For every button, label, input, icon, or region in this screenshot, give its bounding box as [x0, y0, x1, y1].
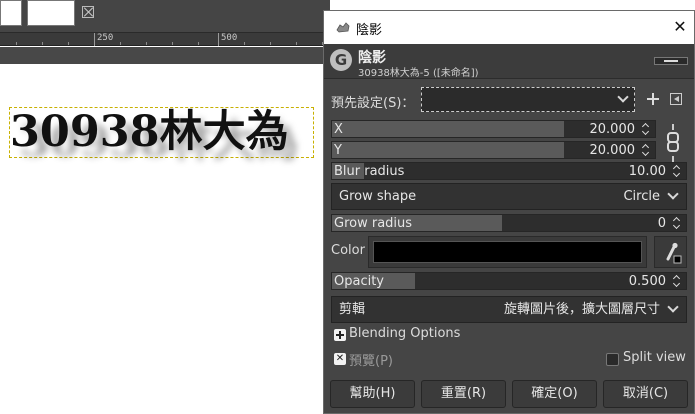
grow-radius-label: Grow radius: [334, 216, 413, 231]
shadow-color-button[interactable]: [368, 236, 647, 268]
ruler-label: 250: [94, 33, 113, 46]
ok-button[interactable]: 確定(O): [512, 380, 597, 408]
chevron-down-icon: [667, 301, 679, 313]
opacity-spinscale[interactable]: Opacity 0.500: [331, 272, 687, 290]
split-view-checkbox[interactable]: [606, 353, 619, 366]
chevron-down-icon: [667, 188, 679, 200]
ruler-tick: [146, 42, 147, 45]
y-offset-label: Y: [334, 143, 342, 158]
opacity-value: 0.500: [628, 274, 666, 289]
y-offset-fill: [332, 142, 564, 158]
grow-shape-dropdown[interactable]: Grow shape Circle: [331, 183, 687, 210]
spin-arrows-icon[interactable]: [642, 144, 651, 157]
spin-arrows-icon[interactable]: [673, 275, 682, 288]
ruler-tick: [120, 42, 121, 45]
blending-options-expander[interactable]: Blending Options: [349, 326, 460, 341]
gegl-logo-icon: G: [330, 49, 352, 71]
close-icon[interactable]: ✕: [671, 18, 689, 36]
ruler-tick: [270, 42, 271, 45]
add-preset-icon[interactable]: [647, 93, 659, 105]
blur-radius-label: Blur radius: [334, 164, 405, 179]
x-offset-label: X: [334, 122, 343, 137]
y-offset-value: 20.000: [589, 143, 636, 158]
preview-label[interactable]: 預覽(P): [349, 350, 393, 369]
x-offset-spinscale[interactable]: X 20.000: [331, 120, 656, 138]
reset-button[interactable]: 重置(R): [421, 380, 506, 408]
ruler-tick: [16, 42, 17, 45]
canvas-text-layer[interactable]: 30938林大為: [10, 106, 289, 158]
tab-close-icon[interactable]: [82, 6, 94, 18]
gimp-app-icon: [336, 22, 350, 33]
ruler-tick: [68, 42, 69, 45]
dialog-menu-button[interactable]: [654, 57, 688, 65]
preset-menu-icon[interactable]: [670, 93, 682, 105]
clipping-label: 剪輯: [339, 302, 366, 317]
opacity-label: Opacity: [334, 274, 385, 289]
ruler-tick: [172, 42, 173, 45]
clipping-dropdown[interactable]: 剪輯 旋轉圖片後，擴大圖層尺寸: [331, 296, 687, 323]
ruler-tick: [42, 42, 43, 45]
presets-label: 預先設定(S)：: [331, 96, 415, 111]
x-offset-value: 20.000: [589, 122, 636, 137]
ruler-tick: [198, 42, 199, 45]
eyedropper-icon: [666, 242, 682, 264]
grow-shape-label: Grow shape: [339, 189, 417, 204]
blur-radius-value: 10.00: [628, 164, 666, 179]
split-view-label[interactable]: Split view: [623, 350, 686, 365]
x-offset-fill: [332, 121, 564, 137]
presets-dropdown[interactable]: [421, 87, 635, 112]
image-tab-strip: [0, 0, 330, 32]
drop-shadow-dialog: 陰影 ✕ G 陰影 30938林大為-5 ([未命名]) 預先設定(S)： X …: [323, 10, 695, 414]
cancel-button[interactable]: 取消(C): [603, 380, 688, 408]
image-tab-thumbnail[interactable]: [0, 0, 22, 26]
filter-subtitle: 30938林大為-5 ([未命名]): [358, 68, 479, 79]
grow-radius-value: 0: [657, 216, 666, 231]
spin-arrows-icon[interactable]: [642, 123, 651, 136]
dialog-titlebar[interactable]: 陰影 ✕: [324, 11, 694, 44]
y-offset-spinscale[interactable]: Y 20.000: [331, 141, 656, 159]
color-picker-button[interactable]: [654, 236, 687, 268]
ruler-tick: [244, 42, 245, 45]
chain-link-icon[interactable]: [665, 124, 681, 164]
clipping-value: 旋轉圖片後，擴大圖層尺寸: [503, 302, 660, 317]
ruler-label: 500: [218, 33, 237, 46]
color-swatch: [373, 241, 642, 263]
horizontal-ruler[interactable]: 250 500: [0, 33, 330, 46]
spin-arrows-icon[interactable]: [673, 217, 682, 230]
help-button[interactable]: 幫助(H): [330, 380, 415, 408]
image-tab-thumbnail-active[interactable]: [27, 0, 75, 26]
preview-checkbox[interactable]: ✕: [334, 353, 346, 365]
grow-shape-value: Circle: [623, 189, 660, 204]
expand-plus-icon[interactable]: [334, 329, 346, 341]
blur-radius-spinscale[interactable]: Blur radius 10.00: [331, 162, 687, 180]
canvas-padding: [0, 47, 330, 64]
grow-radius-spinscale[interactable]: Grow radius 0: [331, 214, 687, 232]
dialog-title: 陰影: [356, 23, 383, 38]
ruler-tick: [296, 42, 297, 45]
spin-arrows-icon[interactable]: [673, 165, 682, 178]
chevron-down-icon: [617, 91, 629, 103]
color-label: Color: [331, 243, 365, 258]
filter-header: G 陰影 30938林大為-5 ([未命名]): [324, 44, 694, 79]
